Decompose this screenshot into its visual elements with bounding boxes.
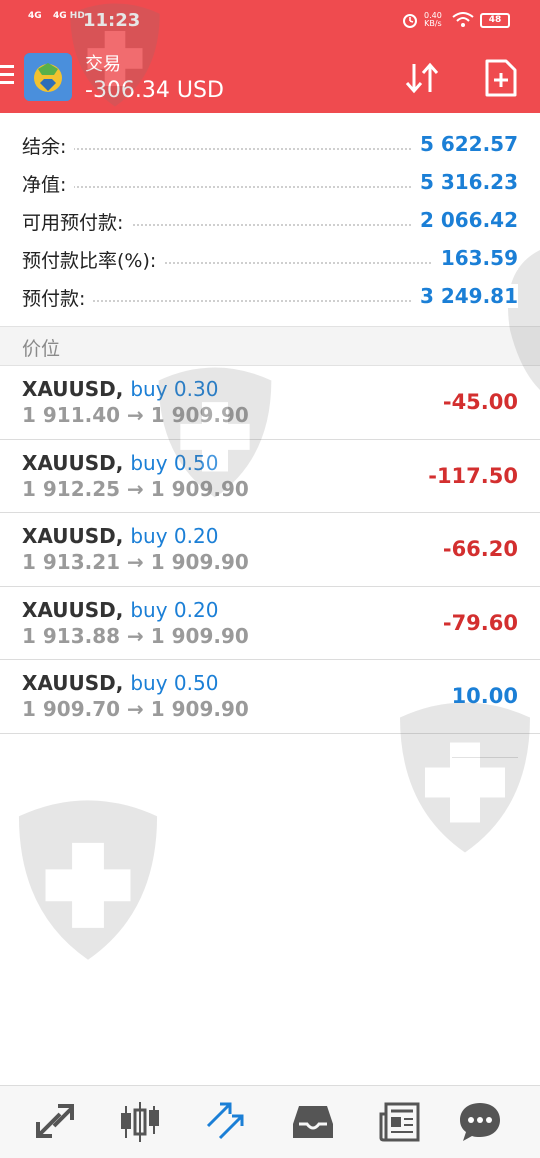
sort-icon[interactable] [402,58,442,98]
position-row[interactable]: XAUUSD, buy 0.20 1 913.88 → 1 909.90 -79… [0,587,540,660]
account-label: 结余: [22,132,75,159]
position-symbol: XAUUSD, [22,671,124,695]
account-label: 预付款比率(%): [22,246,165,273]
app-logo [24,53,72,101]
position-row[interactable]: XAUUSD, buy 0.50 1 912.25 → 1 909.90 -11… [0,440,540,513]
battery-indicator: 48 [480,13,510,28]
menu-icon[interactable] [0,65,14,87]
account-row-margin: 预付款: 3 249.81 [0,278,540,316]
position-row[interactable]: XAUUSD, buy 0.30 1 911.40 → 1 909.90 -45… [0,366,540,440]
network-speed-unit: KB/s [424,19,442,28]
position-side: buy 0.20 [130,597,219,622]
trade-icon[interactable] [204,1100,248,1144]
position-prices: 1 909.70 → 1 909.90 [22,697,249,721]
position-profit: -79.60 [442,610,518,635]
account-label: 可用预付款: [22,208,132,235]
position-prices: 1 912.25 → 1 909.90 [22,476,249,501]
position-symbol: XAUUSD, [22,597,124,622]
account-value: 5 316.23 [411,170,518,194]
account-label: 净值: [22,170,75,197]
account-value: 163.59 [432,246,518,270]
positions-section-header: 价位 [0,326,540,366]
position-row[interactable]: XAUUSD, buy 0.50 1 909.70 → 1 909.90 10.… [0,660,540,758]
position-title: XAUUSD, buy 0.50 [22,671,218,695]
account-row-equity: 净值: 5 316.23 [0,164,540,202]
position-profit: -117.50 [428,463,518,488]
account-label: 预付款: [22,284,94,311]
position-prices: 1 911.40 → 1 909.90 [22,403,249,427]
position-prices: 1 913.21 → 1 909.90 [22,550,249,574]
wifi-icon [452,12,474,27]
app-header: 4G 4G HD 11:23 0.40 KB/s 48 交易 -306.34 U… [0,0,540,113]
position-row[interactable]: XAUUSD, buy 0.20 1 913.21 → 1 909.90 -66… [0,513,540,587]
position-title: XAUUSD, buy 0.30 [22,377,218,401]
bottom-navigation [0,1085,540,1158]
position-title: XAUUSD, buy 0.50 [22,451,218,475]
section-title: 价位 [22,338,61,360]
account-row-balance: 结余: 5 622.57 [0,126,540,164]
position-symbol: XAUUSD, [22,377,124,401]
watermark-shield-icon [18,800,158,960]
messages-icon[interactable] [458,1100,502,1144]
account-value: 2 066.42 [411,208,518,232]
position-symbol: XAUUSD, [22,450,124,475]
alarm-icon [403,14,417,28]
position-prices: 1 913.88 → 1 909.90 [22,623,249,648]
floating-profit: -306.34 USD [85,78,224,103]
account-row-free-margin: 可用预付款: 2 066.42 [0,202,540,240]
network-indicator-1: 4G [28,11,42,21]
history-icon[interactable] [291,1100,335,1144]
quotes-icon[interactable] [34,1100,78,1144]
position-side: buy 0.20 [130,524,219,548]
account-row-margin-level: 预付款比率(%): 163.59 [0,240,540,278]
new-order-icon[interactable] [484,58,518,98]
status-bar: 4G 4G HD 11:23 0.40 KB/s 48 [0,0,540,40]
chart-icon[interactable] [118,1100,162,1144]
positions-list: XAUUSD, buy 0.30 1 911.40 → 1 909.90 -45… [0,366,540,758]
position-side: buy 0.30 [130,377,219,401]
network-speed: 0.40 KB/s [424,12,442,28]
account-summary: 结余: 5 622.57 净值: 5 316.23 可用预付款: 2 066.4… [0,126,540,316]
position-title: XAUUSD, buy 0.20 [22,524,218,548]
position-title: XAUUSD, buy 0.20 [22,598,218,622]
position-side: buy 0.50 [130,450,219,475]
position-profit: 10.00 [451,684,518,758]
page-title: 交易 [85,54,121,75]
position-profit: -45.00 [442,390,518,414]
position-side: buy 0.50 [130,671,219,695]
position-symbol: XAUUSD, [22,524,124,548]
position-profit: -66.20 [442,537,518,561]
account-value: 5 622.57 [411,132,518,156]
news-icon[interactable] [378,1100,422,1144]
network-indicator-2: 4G HD [53,11,85,21]
status-time: 11:23 [83,10,141,31]
account-value: 3 249.81 [411,284,518,308]
